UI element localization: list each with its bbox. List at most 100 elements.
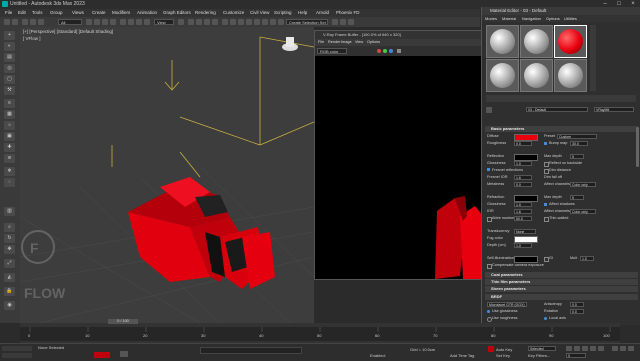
brdf-rollout[interactable]: BRDF (485, 294, 638, 300)
render-production-icon[interactable] (348, 19, 354, 25)
orbit-nav-icon[interactable] (620, 346, 626, 351)
blue-channel-icon[interactable] (389, 49, 393, 53)
record-key-icon[interactable] (488, 346, 494, 352)
roughness-field[interactable]: 0.0 (514, 141, 532, 146)
render-setup-icon[interactable] (332, 19, 338, 25)
zoom-icon[interactable]: ⌕ (4, 223, 15, 232)
create-icon[interactable]: + (4, 31, 15, 40)
fresnel-checkbox[interactable] (487, 168, 490, 171)
material-slot-3-active[interactable] (554, 25, 587, 58)
play-icon[interactable] (582, 346, 588, 351)
scene-explorer-icon[interactable]: ≡ (4, 99, 15, 108)
current-frame-field[interactable]: 0 (566, 353, 586, 358)
brdf-type-select[interactable]: Microfacet GTR (GGX) (487, 302, 527, 307)
field-of-view-icon[interactable]: ◭ (4, 273, 15, 282)
scale-icon[interactable] (136, 19, 142, 25)
vfb-menu-options[interactable]: Options (367, 40, 380, 44)
coat-parameters-rollout[interactable]: Coat parameters (485, 272, 638, 278)
pan-icon[interactable]: ✥ (4, 245, 15, 254)
hide-icon[interactable]: ◌ (4, 178, 15, 187)
coordinate-display[interactable] (200, 347, 302, 354)
key-filters-button[interactable]: Key Filters... (528, 353, 550, 358)
set-key-button[interactable]: Set Key (496, 353, 510, 358)
next-frame-icon[interactable] (590, 346, 596, 351)
reference-coordinate-select[interactable]: View (154, 19, 174, 25)
menu-views[interactable]: Views (72, 10, 84, 15)
menu-edit[interactable]: Edit (18, 10, 26, 15)
menu-scripting[interactable]: Scripting (274, 10, 292, 15)
menu-file[interactable]: File (5, 10, 12, 15)
max-depth-field[interactable]: 5 (570, 154, 584, 159)
auto-key-button[interactable]: Auto Key (496, 347, 512, 352)
ior-field[interactable]: 1.6 (514, 209, 532, 214)
anisotropy-field[interactable]: 0.0 (570, 302, 584, 307)
vfb-menu-view[interactable]: View (355, 40, 363, 44)
material-slot-2[interactable] (520, 25, 553, 58)
material-slot-6[interactable] (554, 59, 587, 92)
motion-icon[interactable]: ◎ (4, 64, 15, 73)
lock-selection-icon[interactable]: 🔒 (4, 287, 15, 296)
pivot-icon[interactable] (178, 19, 184, 25)
metalness-field[interactable]: 0.0 (514, 182, 532, 187)
select-object-icon[interactable] (86, 19, 92, 25)
menu-modes[interactable]: Modes (485, 16, 497, 21)
isolate-icon[interactable]: ◉ (4, 301, 15, 310)
preset-select[interactable]: Custom (557, 134, 597, 139)
grid-icon[interactable]: ▥ (4, 207, 15, 216)
freeze-icon[interactable]: ❄ (4, 167, 15, 176)
bump-map-field[interactable]: 30.0 (570, 141, 588, 146)
menu-material[interactable]: Material (502, 16, 516, 21)
refraction-max-depth-field[interactable]: 5 (570, 195, 584, 200)
modify-icon[interactable]: ◐ (4, 42, 15, 51)
basic-parameters-rollout[interactable]: Basic parameters (485, 126, 638, 132)
maxscript-listener[interactable] (2, 346, 32, 351)
menu-rendering[interactable]: Rendering (195, 10, 216, 15)
utilities-icon[interactable]: ⚒ (4, 86, 15, 95)
toggle-ribbon-icon[interactable] (254, 19, 260, 25)
orbit-icon[interactable]: ↻ (4, 234, 15, 243)
menu-navigation[interactable]: Navigation (522, 16, 541, 21)
unlink-icon[interactable] (30, 19, 36, 25)
refraction-glossiness-field[interactable]: 1.0 (514, 202, 532, 207)
material-slot-5[interactable] (520, 59, 553, 92)
sheen-parameters-rollout[interactable]: Sheen parameters (485, 286, 638, 292)
lights-icon[interactable]: ☼ (4, 121, 15, 130)
affect-channels-select[interactable]: Color only (570, 182, 596, 187)
vfb-render-canvas[interactable] (315, 56, 483, 279)
abbe-field[interactable]: 50.0 (514, 216, 532, 221)
window-crossing-icon[interactable] (110, 19, 116, 25)
zoom-extents-icon[interactable] (612, 346, 618, 351)
refraction-affect-channels-select[interactable]: Color only (570, 209, 596, 214)
menu-animation[interactable]: Animation (137, 10, 157, 15)
curve-editor-icon[interactable] (262, 19, 268, 25)
material-type-button[interactable]: VRayMtl (594, 107, 634, 112)
fog-depth-field[interactable]: 1.0 (514, 243, 532, 248)
material-slot-4[interactable] (486, 59, 519, 92)
vfb-menu-file[interactable]: File (318, 40, 324, 44)
use-glossiness-radio[interactable] (487, 310, 490, 313)
redo-icon[interactable] (12, 19, 18, 25)
vfb-menu-render[interactable]: Render (328, 40, 340, 44)
spacewarps-icon[interactable]: ≋ (4, 154, 15, 163)
menu-group[interactable]: Group (50, 10, 63, 15)
menu-options[interactable]: Options (546, 16, 560, 21)
snap-icon[interactable] (188, 19, 194, 25)
perspective-viewport[interactable]: F FLOW [+] [Perspective] [Standard] [Def… (20, 27, 314, 323)
mult-field[interactable]: 1.0 (580, 256, 594, 261)
red-channel-icon[interactable] (377, 49, 381, 53)
eyedropper-icon[interactable] (486, 107, 492, 113)
fog-color-swatch[interactable] (514, 236, 538, 243)
percent-snap-icon[interactable] (204, 19, 210, 25)
self-illumination-color-swatch[interactable] (514, 256, 538, 263)
layers-icon[interactable]: ▦ (4, 110, 15, 119)
rendered-frame-window-icon[interactable] (340, 19, 346, 25)
selection-set-select[interactable]: Create Selection Set (286, 19, 328, 25)
align-icon[interactable] (238, 19, 244, 25)
cameras-icon[interactable]: ▣ (4, 132, 15, 141)
select-by-name-icon[interactable] (94, 19, 100, 25)
menu-create[interactable]: Create (92, 10, 106, 15)
key-mode-select[interactable]: Selected (528, 346, 556, 351)
affect-shadows-checkbox[interactable] (544, 203, 547, 206)
add-time-tag-button[interactable]: Add Time Tag (450, 353, 474, 358)
rectangular-selection-icon[interactable] (102, 19, 108, 25)
